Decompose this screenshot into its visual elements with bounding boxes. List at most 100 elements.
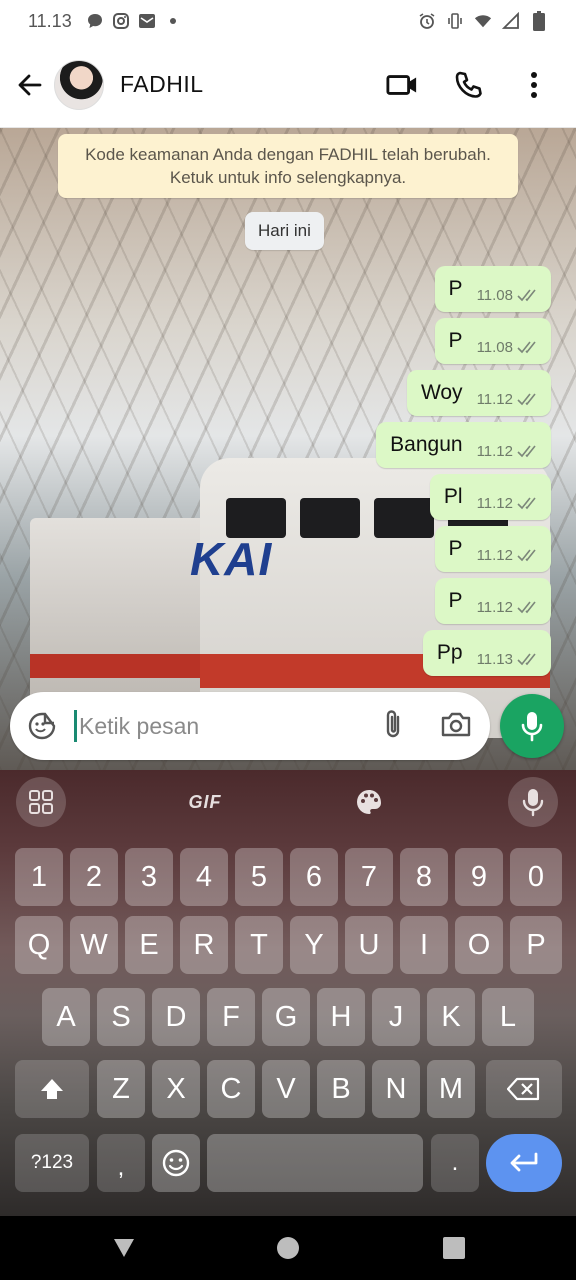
key-b[interactable]: B bbox=[317, 1060, 365, 1118]
date-chip: Hari ini bbox=[245, 212, 324, 250]
double-tick-icon bbox=[517, 445, 536, 458]
key-f[interactable]: F bbox=[207, 988, 255, 1046]
key-5[interactable]: 5 bbox=[235, 848, 283, 906]
contact-name[interactable]: FADHIL bbox=[120, 71, 204, 98]
key-a[interactable]: A bbox=[42, 988, 90, 1046]
key-v[interactable]: V bbox=[262, 1060, 310, 1118]
vibrate-icon bbox=[446, 12, 464, 30]
message-text: P bbox=[448, 329, 463, 352]
message-time: 11.08 bbox=[476, 338, 513, 356]
enter-key[interactable] bbox=[486, 1134, 562, 1192]
message-time: 11.12 bbox=[476, 598, 513, 616]
gif-button[interactable]: GIF bbox=[180, 777, 230, 827]
shift-arrow-icon bbox=[41, 1079, 63, 1099]
message-bubble[interactable]: P 11.08 bbox=[434, 318, 551, 364]
key-x[interactable]: X bbox=[152, 1060, 200, 1118]
more-vert-icon[interactable] bbox=[518, 69, 550, 101]
double-tick-icon bbox=[517, 497, 536, 510]
key-r[interactable]: R bbox=[180, 916, 228, 974]
key-w[interactable]: W bbox=[70, 916, 118, 974]
smiley-icon bbox=[162, 1149, 190, 1177]
double-tick-icon bbox=[517, 549, 536, 562]
palette-icon[interactable] bbox=[344, 777, 394, 827]
message-bubble[interactable]: P 11.12 bbox=[434, 578, 551, 624]
key-1[interactable]: 1 bbox=[15, 848, 63, 906]
double-tick-icon bbox=[517, 393, 536, 406]
back-arrow-icon[interactable] bbox=[14, 69, 46, 101]
emoji-key[interactable] bbox=[152, 1134, 200, 1192]
backspace-key[interactable] bbox=[486, 1060, 562, 1118]
key-u[interactable]: U bbox=[345, 916, 393, 974]
emoji-sticker-icon[interactable] bbox=[26, 710, 58, 742]
nav-back-icon[interactable] bbox=[110, 1234, 138, 1262]
message-bubble[interactable]: Pl 11.12 bbox=[429, 474, 551, 520]
message-text: Pp bbox=[436, 641, 463, 664]
nav-recents-icon[interactable] bbox=[440, 1234, 468, 1262]
status-time: 11.13 bbox=[28, 10, 72, 31]
apps-grid-icon[interactable] bbox=[16, 777, 66, 827]
message-text: Woy bbox=[420, 381, 463, 404]
key-s[interactable]: S bbox=[97, 988, 145, 1046]
camera-icon[interactable] bbox=[440, 710, 472, 743]
shift-key[interactable] bbox=[15, 1060, 89, 1118]
key-k[interactable]: K bbox=[427, 988, 475, 1046]
dot-icon bbox=[164, 12, 182, 30]
double-tick-icon bbox=[517, 601, 536, 614]
message-text: Bangun bbox=[390, 433, 463, 456]
key-7[interactable]: 7 bbox=[345, 848, 393, 906]
chat-area[interactable]: KAI Kode keamanan Anda dengan FADHIL tel… bbox=[0, 128, 576, 770]
message-text: P bbox=[448, 277, 463, 300]
key-0[interactable]: 0 bbox=[510, 848, 562, 906]
symbols-key[interactable]: ?123 bbox=[15, 1134, 89, 1192]
key-m[interactable]: M bbox=[427, 1060, 475, 1118]
message-time: 11.12 bbox=[476, 494, 513, 512]
attach-paperclip-icon[interactable] bbox=[382, 708, 404, 745]
key-z[interactable]: Z bbox=[97, 1060, 145, 1118]
message-bubble[interactable]: P 11.12 bbox=[434, 526, 551, 572]
message-bubble[interactable]: Pp 11.13 bbox=[422, 630, 551, 676]
key-d[interactable]: D bbox=[152, 988, 200, 1046]
message-composer[interactable]: Ketik pesan bbox=[10, 692, 490, 760]
message-time: 11.12 bbox=[476, 390, 513, 408]
message-bubble[interactable]: Woy 11.12 bbox=[406, 370, 551, 416]
comma-key[interactable]: , bbox=[97, 1134, 145, 1192]
key-n[interactable]: N bbox=[372, 1060, 420, 1118]
contact-avatar[interactable] bbox=[54, 59, 104, 110]
key-e[interactable]: E bbox=[125, 916, 173, 974]
key-q[interactable]: Q bbox=[15, 916, 63, 974]
key-4[interactable]: 4 bbox=[180, 848, 228, 906]
nav-home-icon[interactable] bbox=[274, 1234, 302, 1262]
message-input[interactable]: Ketik pesan bbox=[79, 713, 199, 740]
mail-icon bbox=[138, 12, 156, 30]
key-3[interactable]: 3 bbox=[125, 848, 173, 906]
video-call-icon[interactable] bbox=[386, 69, 418, 101]
key-8[interactable]: 8 bbox=[400, 848, 448, 906]
key-y[interactable]: Y bbox=[290, 916, 338, 974]
phone-icon[interactable] bbox=[452, 69, 484, 101]
double-tick-icon bbox=[517, 341, 536, 354]
key-o[interactable]: O bbox=[455, 916, 503, 974]
period-key[interactable]: . bbox=[431, 1134, 479, 1192]
message-bubble[interactable]: Bangun 11.12 bbox=[376, 422, 551, 468]
voice-message-button[interactable] bbox=[500, 694, 564, 758]
chat-bubble-icon bbox=[86, 12, 104, 30]
message-time: 11.12 bbox=[476, 442, 513, 460]
key-i[interactable]: I bbox=[400, 916, 448, 974]
key-2[interactable]: 2 bbox=[70, 848, 118, 906]
key-c[interactable]: C bbox=[207, 1060, 255, 1118]
security-code-notice[interactable]: Kode keamanan Anda dengan FADHIL telah b… bbox=[58, 134, 518, 198]
space-key[interactable] bbox=[207, 1134, 423, 1192]
double-tick-icon bbox=[517, 289, 536, 302]
key-9[interactable]: 9 bbox=[455, 848, 503, 906]
key-6[interactable]: 6 bbox=[290, 848, 338, 906]
message-bubble[interactable]: P 11.08 bbox=[434, 266, 551, 312]
key-g[interactable]: G bbox=[262, 988, 310, 1046]
double-tick-icon bbox=[517, 653, 536, 666]
keyboard-mic-icon[interactable] bbox=[508, 777, 558, 827]
key-h[interactable]: H bbox=[317, 988, 365, 1046]
key-j[interactable]: J bbox=[372, 988, 420, 1046]
key-t[interactable]: T bbox=[235, 916, 283, 974]
key-l[interactable]: L bbox=[482, 988, 534, 1046]
key-p[interactable]: P bbox=[510, 916, 562, 974]
message-text: P bbox=[448, 537, 463, 560]
